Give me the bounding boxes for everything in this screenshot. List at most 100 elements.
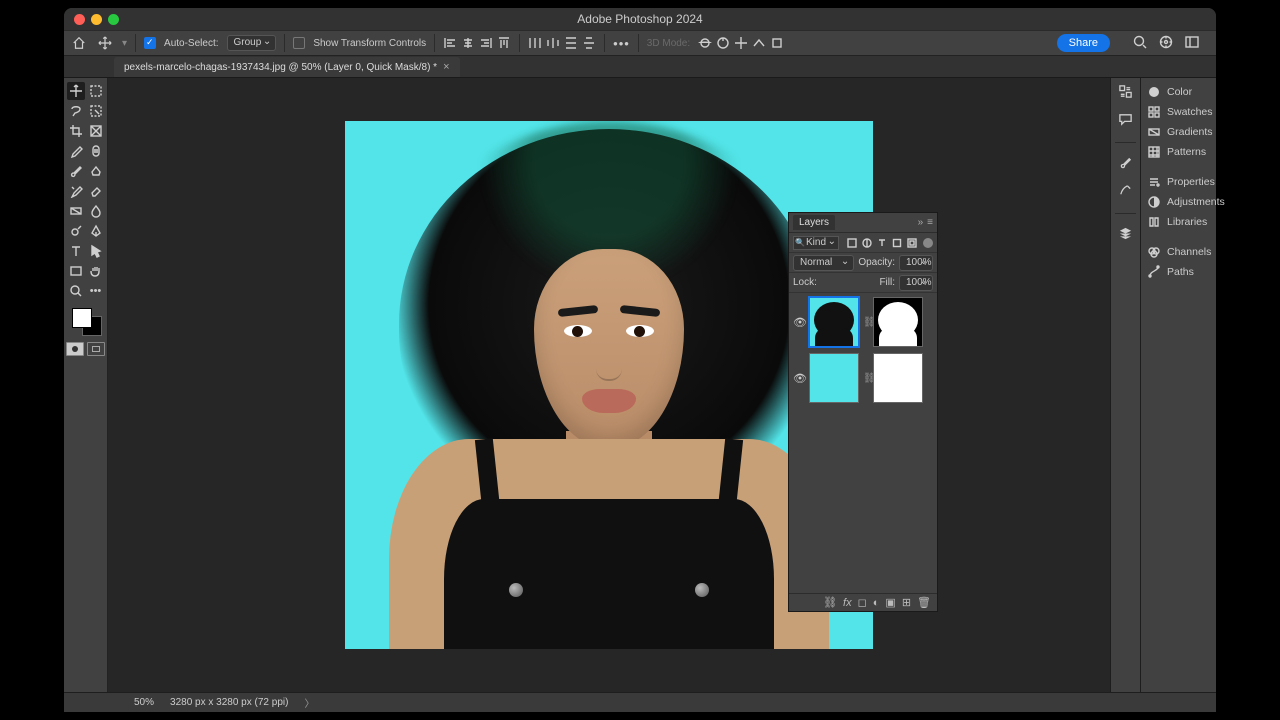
history-panel-icon[interactable] bbox=[1118, 84, 1133, 102]
auto-select-checkbox[interactable] bbox=[144, 37, 156, 49]
dodge-tool[interactable] bbox=[67, 222, 85, 240]
move-tool-indicator-icon[interactable] bbox=[96, 34, 114, 52]
distribute-h-icon[interactable] bbox=[528, 36, 542, 50]
filter-pixel-icon[interactable] bbox=[847, 238, 857, 248]
quick-mask-mode-button[interactable] bbox=[87, 342, 105, 356]
zoom-level[interactable]: 50% bbox=[134, 697, 154, 708]
paths-panel-shortcut[interactable]: Paths bbox=[1141, 262, 1216, 282]
history-brush-tool[interactable] bbox=[67, 182, 85, 200]
eye-icon bbox=[564, 325, 592, 337]
frame-tool[interactable] bbox=[87, 122, 105, 140]
standard-mode-button[interactable] bbox=[66, 342, 84, 356]
fill-input[interactable]: 100% bbox=[899, 275, 933, 291]
eyedropper-tool[interactable] bbox=[67, 142, 85, 160]
visibility-eye-icon[interactable]: 👁 bbox=[793, 316, 805, 329]
layers-tab[interactable]: Layers bbox=[793, 215, 835, 230]
spot-healing-tool[interactable] bbox=[87, 142, 105, 160]
distribute-v2-icon[interactable] bbox=[582, 36, 596, 50]
channels-panel-shortcut[interactable]: Channels bbox=[1141, 242, 1216, 262]
move-tool[interactable] bbox=[67, 82, 85, 100]
group-icon[interactable]: ▣ bbox=[885, 596, 895, 609]
cloud-docs-icon[interactable] bbox=[1158, 34, 1174, 53]
layer-row[interactable]: 👁 ⛓ bbox=[793, 353, 933, 403]
status-info-flyout-icon[interactable]: 〉 bbox=[304, 695, 314, 710]
lasso-tool[interactable] bbox=[67, 102, 85, 120]
mask-link-icon[interactable]: ⛓ bbox=[863, 373, 869, 384]
add-mask-icon[interactable]: ◻ bbox=[858, 596, 867, 609]
workspace-switcher-icon[interactable] bbox=[1184, 34, 1200, 53]
layer-mask-thumbnail[interactable] bbox=[873, 353, 923, 403]
filter-toggle[interactable] bbox=[923, 238, 933, 248]
document-info[interactable]: 3280 px x 3280 px (72 ppi) bbox=[170, 697, 288, 708]
options-bar: ▾ Auto-Select: Group Show Transform Cont… bbox=[64, 30, 1216, 56]
filter-shape-icon[interactable] bbox=[892, 238, 902, 248]
color-swatches[interactable] bbox=[70, 308, 102, 336]
object-selection-tool[interactable] bbox=[87, 102, 105, 120]
home-button[interactable] bbox=[70, 34, 88, 52]
visibility-eye-icon[interactable]: 👁 bbox=[793, 372, 805, 385]
layers-panel-icon[interactable] bbox=[1118, 226, 1133, 244]
filter-kind-dropdown[interactable]: Kind bbox=[793, 236, 839, 250]
gradients-panel-shortcut[interactable]: Gradients bbox=[1141, 122, 1216, 142]
link-layers-icon[interactable]: ⛓ bbox=[823, 596, 837, 609]
adjustment-layer-icon[interactable]: ◐ bbox=[873, 597, 880, 609]
rectangle-shape-tool[interactable] bbox=[67, 262, 85, 280]
opacity-input[interactable]: 100% bbox=[899, 255, 933, 271]
blend-opacity-row: Normal Opacity: 100% bbox=[789, 253, 937, 273]
clone-stamp-tool[interactable] bbox=[87, 162, 105, 180]
swatches-panel-shortcut[interactable]: Swatches bbox=[1141, 102, 1216, 122]
mask-link-icon[interactable]: ⛓ bbox=[863, 317, 869, 328]
fx-icon[interactable]: fx bbox=[843, 597, 852, 609]
layer-row[interactable]: 👁 ⛓ bbox=[793, 297, 933, 347]
new-layer-icon[interactable]: ⊞ bbox=[902, 596, 911, 609]
distribute-v-icon[interactable] bbox=[564, 36, 578, 50]
layer-mask-thumbnail[interactable] bbox=[873, 297, 923, 347]
separator bbox=[434, 34, 435, 52]
align-hcenter-icon[interactable] bbox=[461, 36, 475, 50]
properties-panel-shortcut[interactable]: Properties bbox=[1141, 172, 1216, 192]
edit-toolbar-icon[interactable]: ••• bbox=[87, 282, 105, 300]
close-tab-icon[interactable]: × bbox=[443, 61, 449, 73]
brushes-panel-icon[interactable] bbox=[1118, 183, 1133, 201]
gradient-tool[interactable] bbox=[67, 202, 85, 220]
distribute-h2-icon[interactable] bbox=[546, 36, 560, 50]
canvas-area[interactable]: Layers » ≡ Kind bbox=[108, 78, 1110, 692]
adjustments-panel-shortcut[interactable]: Adjustments bbox=[1141, 192, 1216, 212]
hand-tool[interactable] bbox=[87, 262, 105, 280]
align-top-icon[interactable] bbox=[497, 36, 511, 50]
align-right-icon[interactable] bbox=[479, 36, 493, 50]
panel-menu-icon[interactable]: ≡ bbox=[927, 217, 933, 228]
libraries-panel-shortcut[interactable]: Libraries bbox=[1141, 212, 1216, 232]
search-icon[interactable] bbox=[1132, 34, 1148, 53]
brush-tool[interactable] bbox=[67, 162, 85, 180]
type-tool[interactable] bbox=[67, 242, 85, 260]
comments-panel-icon[interactable] bbox=[1118, 112, 1133, 130]
eraser-tool[interactable] bbox=[87, 182, 105, 200]
separator bbox=[519, 34, 520, 52]
auto-select-target-dropdown[interactable]: Group bbox=[227, 35, 277, 51]
filter-type-icon[interactable] bbox=[877, 238, 887, 248]
document-tab[interactable]: pexels-marcelo-chagas-1937434.jpg @ 50% … bbox=[114, 57, 460, 77]
filter-smart-icon[interactable] bbox=[907, 238, 917, 248]
foreground-color-swatch[interactable] bbox=[72, 308, 92, 328]
rectangular-marquee-tool[interactable] bbox=[87, 82, 105, 100]
align-left-icon[interactable] bbox=[443, 36, 457, 50]
blur-tool[interactable] bbox=[87, 202, 105, 220]
color-panel-shortcut[interactable]: Color bbox=[1141, 82, 1216, 102]
layer-thumbnail[interactable] bbox=[809, 353, 859, 403]
layer-thumbnail[interactable] bbox=[809, 297, 859, 347]
pen-tool[interactable] bbox=[87, 222, 105, 240]
more-options-icon[interactable]: ••• bbox=[613, 36, 630, 51]
patterns-panel-shortcut[interactable]: Patterns bbox=[1141, 142, 1216, 162]
zoom-tool[interactable] bbox=[67, 282, 85, 300]
crop-tool[interactable] bbox=[67, 122, 85, 140]
trash-icon[interactable]: 🗑 bbox=[917, 596, 931, 609]
share-button[interactable]: Share bbox=[1057, 34, 1110, 52]
blend-mode-dropdown[interactable]: Normal bbox=[793, 255, 854, 271]
show-transform-checkbox[interactable] bbox=[293, 37, 305, 49]
filter-adjust-icon[interactable] bbox=[862, 238, 872, 248]
brush-settings-icon[interactable] bbox=[1118, 155, 1133, 173]
collapse-panel-icon[interactable]: » bbox=[918, 217, 924, 228]
separator bbox=[638, 34, 639, 52]
path-selection-tool[interactable] bbox=[87, 242, 105, 260]
